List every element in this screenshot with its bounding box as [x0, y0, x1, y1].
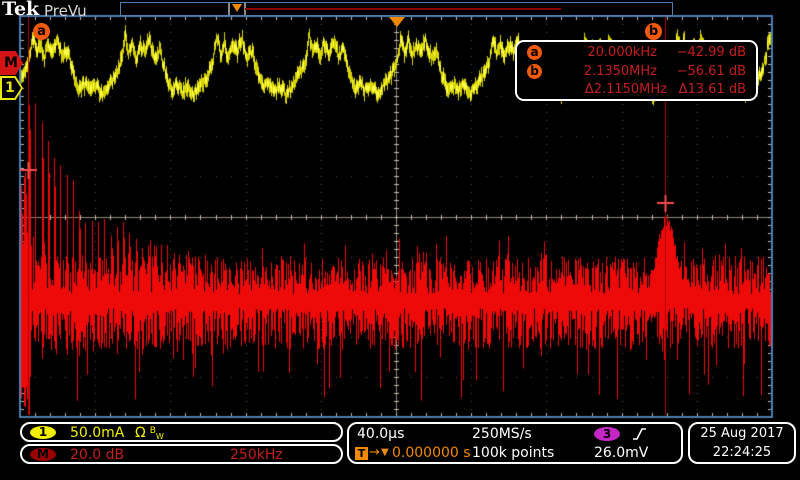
date-label: 25 Aug 2017 — [690, 426, 794, 441]
expansion-window-bracket[interactable] — [228, 3, 246, 15]
cursor-readout-panel[interactable]: a 20.000kHz −42.99 dB b 2.1350MHz −56.61… — [515, 40, 758, 101]
ch1-scale: 50.0mA — [70, 425, 124, 441]
math-badge: M — [30, 448, 56, 461]
time-per-div: 40.0µs — [357, 426, 404, 442]
datetime-box: 25 Aug 2017 22:24:25 — [688, 422, 796, 464]
cursor-delta-level: Δ13.61 dB — [651, 80, 746, 99]
trigger-delay-arrow-icon: → — [369, 445, 380, 460]
ch1-ref-marker-label: 1 — [2, 78, 21, 98]
cursor-b-level: −56.61 dB — [651, 62, 746, 81]
tek-logo: Tek — [2, 0, 39, 20]
horizontal-trigger-box[interactable]: 40.0µs 250MS/s 3 T → ▼ 0.000000 s 100k p… — [347, 422, 683, 464]
math-readout-box[interactable]: M 20.0 dB 250kHz — [20, 444, 343, 464]
record-window-line — [245, 8, 561, 10]
trigger-delay-t-icon: T — [355, 447, 368, 460]
sample-rate: 250MS/s — [472, 426, 532, 442]
trigger-t-icon — [232, 4, 242, 12]
cursor-a-row-badge: a — [527, 45, 542, 60]
trigger-slope-icon — [632, 426, 647, 442]
trigger-source-badge: 3 — [594, 427, 620, 441]
oscilloscope-screen: Tek PreVu M 1 a b a 20.000kHz −42.99 dB … — [0, 0, 800, 480]
math-scale: 20.0 dB — [70, 447, 124, 463]
math-span: 250kHz — [230, 447, 283, 463]
cursor-b-row-badge: b — [527, 64, 542, 79]
wave-inspector-bar[interactable] — [120, 2, 673, 16]
ch1-badge: 1 — [30, 426, 56, 439]
cursor-a-level: −42.99 dB — [651, 43, 746, 62]
time-label: 22:24:25 — [690, 445, 794, 460]
trigger-position-marker[interactable] — [389, 17, 405, 27]
record-length: 100k points — [472, 445, 554, 461]
cursor-b-row: b 2.1350MHz −56.61 dB — [517, 62, 756, 81]
cursor-a-row: a 20.000kHz −42.99 dB — [517, 43, 756, 62]
trigger-delay-value: 0.000000 s — [392, 445, 471, 461]
trigger-level: 26.0mV — [594, 445, 648, 461]
cursor-b-badge[interactable]: b — [645, 23, 662, 40]
cursor-a-frequency: 20.000kHz — [557, 43, 657, 62]
ch1-readout-box[interactable]: 1 50.0mA ΩBW — [20, 422, 343, 442]
bandwidth-w: W — [156, 432, 164, 441]
cursor-delta-row: Δ2.1150MHz Δ13.61 dB — [517, 80, 756, 99]
acquisition-status: PreVu — [44, 2, 87, 20]
ch1-impedance-icon: ΩBW — [135, 425, 164, 441]
cursor-a-badge[interactable]: a — [33, 23, 50, 40]
cursor-b-frequency: 2.1350MHz — [557, 62, 657, 81]
omega-symbol: Ω — [135, 425, 146, 441]
trigger-delay-tri-icon: ▼ — [381, 447, 389, 458]
